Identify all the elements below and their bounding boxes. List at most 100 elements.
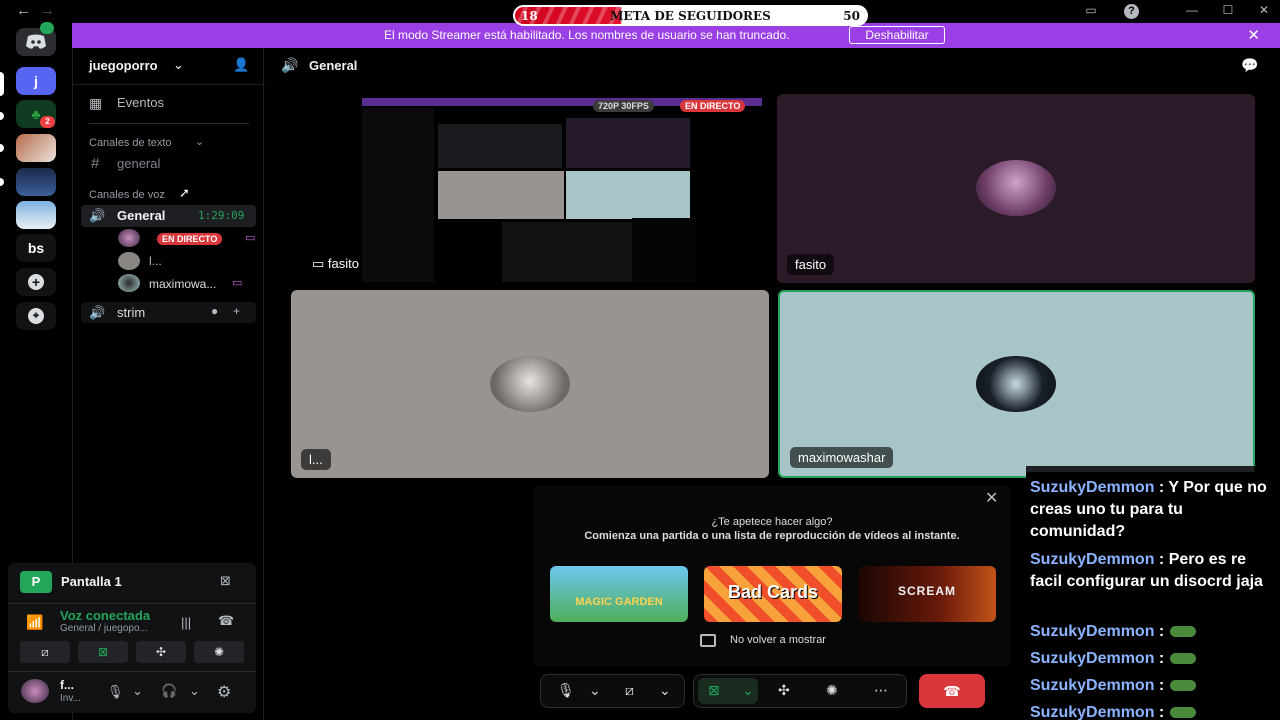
dont-show-checkbox[interactable] [700,634,716,647]
chat-username: SuzukyDemmon [1030,704,1155,720]
dont-show-label[interactable]: No volver a mostrar [730,634,826,646]
activity-suggestion-card: ✕ ¿Te apetece hacer algo? Comienza una p… [534,485,1010,667]
server-avatar-3[interactable] [16,201,56,229]
close-window-button[interactable]: ✕ [1254,3,1274,17]
forward-arrow-icon[interactable]: → [40,2,55,19]
chevron-down-icon[interactable]: ⌄ [742,682,754,699]
server-j[interactable]: j [16,67,56,95]
soundboard-button[interactable]: ✺ [194,641,244,663]
stream-tile-fasito[interactable]: 720P 30FPS EN DIRECTO ▭ fasito [298,94,766,286]
tile-name: maximowashar [790,447,894,468]
help-icon[interactable]: ? [1124,4,1139,19]
member-name[interactable]: maximowa... [149,277,216,291]
camera-off-button[interactable]: ⧄ [20,641,70,663]
disconnect-button[interactable]: ☎ [919,674,985,708]
member-avatar[interactable] [118,252,140,270]
text-channel-general[interactable]: general [117,156,160,171]
microphone-icon[interactable]: 🎙 [557,682,575,699]
activities-button[interactable]: ✣ [136,641,186,663]
video-tile-fasito[interactable]: fasito [777,94,1255,283]
chevron-down-icon[interactable]: ⌄ [189,683,200,699]
close-icon[interactable]: ✕ [985,488,998,508]
pepe-emote-icon [1170,707,1197,719]
game-scream[interactable]: SCREAM [858,566,996,622]
user-name[interactable]: f... [60,678,74,692]
maximize-button[interactable]: ☐ [1218,3,1238,17]
video-tile-maximowashar[interactable]: maximowashar [778,290,1255,478]
user-avatar [976,356,1056,412]
back-arrow-icon[interactable]: ← [16,2,31,19]
divider [73,84,265,85]
chat-message: SuzukyDemmon : [1030,648,1197,670]
voice-channel-general[interactable]: 🔊 General 1:29:09 [81,205,256,227]
tile-name: l... [301,449,331,470]
chevron-down-icon[interactable]: ⌄ [132,683,143,699]
chevron-down-icon[interactable]: ⌄ [659,682,671,699]
stream-quality-badge: 720P 30FPS [593,100,654,112]
voice-status[interactable]: Voz conectada [60,608,150,623]
chat-text: : [1158,650,1165,667]
chat-message: SuzukyDemmon : [1030,675,1197,697]
voice-channel-strim[interactable]: 🔊 strim ● + [81,302,256,323]
chevron-down-icon[interactable]: ⌄ [173,57,184,73]
microphone-icon[interactable]: 🎙 [107,684,124,700]
server-bs[interactable]: bs [16,234,56,262]
stop-stream-icon[interactable]: ⊠ [220,573,231,589]
screen-share-icon: ⊠ [97,645,109,659]
video-tile-l[interactable]: l... [291,290,769,478]
game-magic-garden[interactable]: MAGIC GARDEN [550,566,688,622]
member-avatar[interactable] [118,274,140,292]
voice-location[interactable]: General / juegopo... [60,623,148,634]
add-member-icon[interactable]: 👤 [233,57,249,73]
user-status: Inv... [60,693,81,704]
user-avatar[interactable] [21,679,49,703]
disable-streamer-button[interactable]: Deshabilitar [849,26,945,44]
voice-category[interactable]: Canales de voz [89,189,165,201]
live-badge: EN DIRECTO [157,233,223,245]
chat-message: SuzukyDemmon : [1030,702,1197,720]
headphones-icon[interactable]: 🎧 [161,683,177,699]
noise-suppression-icon[interactable]: ||| [181,615,191,630]
minimize-button[interactable]: — [1182,3,1202,17]
server-active-pill [0,72,4,96]
discover-icon[interactable]: ⌖ [16,302,56,330]
more-options-icon[interactable]: ⋯ [874,682,888,699]
speaker-icon: 🔊 [89,305,106,320]
pepe-emote-icon [1170,680,1197,692]
inbox-icon[interactable]: ▭ [1081,3,1101,17]
chat-text: : [1158,677,1165,694]
chat-message: SuzukyDemmon : [1030,621,1197,643]
chat-bubble-icon[interactable]: 💬 [1241,57,1258,74]
chat-message: SuzukyDemmon : Y Por que no creas uno tu… [1030,477,1276,543]
chevron-down-icon[interactable]: ⌄ [589,682,601,699]
screen-share-button[interactable]: ⊠ [78,641,128,663]
camera-off-icon: ⧄ [41,644,49,659]
notification-badge: 2 [40,116,55,128]
user-avatar [490,356,570,412]
close-banner-icon[interactable]: ✕ [1247,26,1260,44]
chevron-down-icon[interactable]: ⌄ [195,135,204,148]
activities-icon[interactable]: ✣ [778,682,790,699]
member-name[interactable]: l... [149,254,162,268]
settings-gear-icon[interactable]: ⚙ [217,682,231,702]
text-category[interactable]: Canales de texto [89,137,172,149]
server-name[interactable]: juegoporro [89,58,158,73]
member-avatar[interactable] [118,229,140,247]
camera-off-icon[interactable]: ⧄ [625,682,634,699]
activity-subtitle: Comienza una partida o una lista de repr… [584,530,960,542]
invite-icon[interactable]: + [233,304,240,318]
soundboard-icon[interactable]: ✺ [826,682,838,699]
activities-icon: ✣ [155,645,167,659]
stream-icon: ▭ [232,277,243,289]
add-server-icon[interactable]: + [16,268,56,296]
events-link[interactable]: Eventos [117,95,164,110]
screen-share-icon[interactable]: ⊠ [708,682,720,699]
calendar-icon: ▦ [89,95,103,111]
chat-bubble-icon[interactable]: ● [211,304,218,318]
game-bad-cards[interactable]: Bad Cards [704,566,842,622]
stream-chat-overlay: SuzukyDemmon : Y Por que no creas uno tu… [1026,466,1280,720]
server-avatar-2[interactable] [16,168,56,196]
server-avatar-1[interactable] [16,134,56,162]
disconnect-icon[interactable]: ☎ [218,613,234,629]
stream-label: Pantalla 1 [61,574,122,589]
